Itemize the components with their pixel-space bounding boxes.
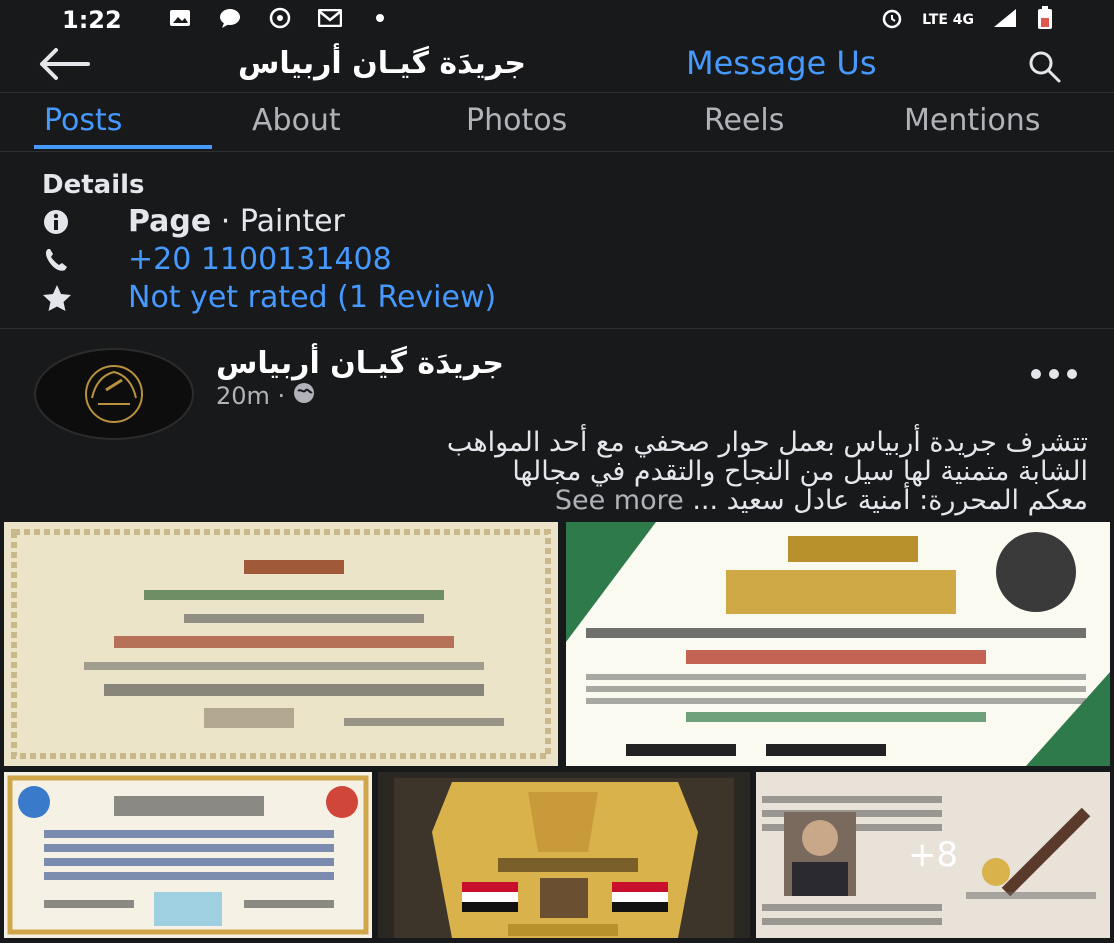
see-more-link[interactable]: See more xyxy=(555,485,684,516)
page-category: · Painter xyxy=(211,204,345,239)
info-icon xyxy=(42,207,82,237)
battery-icon xyxy=(1036,6,1054,34)
gmail-icon xyxy=(318,8,342,28)
post-photo-2[interactable] xyxy=(566,522,1110,766)
whatsapp-icon xyxy=(268,7,292,29)
post-text-line: الشابة متمنية لها سيل من النجاح والتقدم … xyxy=(512,456,1088,487)
post-photo-4[interactable] xyxy=(378,772,750,938)
globe-icon xyxy=(293,382,315,410)
post-text-line: معكم المحررة: أمنية عادل سعيد ... See mo… xyxy=(40,486,1088,515)
post-text-line: تتشرف جريدة أربياس بعمل حوار صحفي مع أحد… xyxy=(446,427,1088,458)
page-label: Page xyxy=(128,204,212,239)
divider xyxy=(0,328,1114,329)
status-bar: 1:22 LTE 4G xyxy=(0,0,1114,36)
profile-tabs: Posts About Photos Reels Mentions xyxy=(0,92,1114,152)
details-heading: Details xyxy=(42,170,145,200)
post-photo-3[interactable] xyxy=(4,772,372,938)
post-meta: 20m · xyxy=(216,382,315,410)
post-author[interactable]: جريدَة گيـان أربياس xyxy=(216,346,504,381)
post-body: تتشرف جريدة أربياس بعمل حوار صحفي مع أحد… xyxy=(40,428,1088,515)
tab-photos[interactable]: Photos xyxy=(466,103,567,138)
back-arrow-icon xyxy=(40,48,90,80)
more-dots-icon xyxy=(1031,369,1077,379)
rating-row[interactable]: Not yet rated (1 Review) xyxy=(42,280,496,315)
search-icon xyxy=(1029,51,1061,83)
back-button[interactable] xyxy=(36,46,92,82)
active-tab-indicator xyxy=(34,145,212,149)
message-us-button[interactable]: Message Us xyxy=(686,44,877,82)
page-category-row: Page · Painter xyxy=(42,204,345,239)
signal-icon xyxy=(992,7,1018,33)
page-title: جريدَة گيـان أربياس xyxy=(237,46,526,81)
dot-icon xyxy=(368,8,392,28)
app-bar: جريدَة گيـان أربياس Message Us xyxy=(0,36,1114,92)
phone-icon xyxy=(42,245,82,275)
more-photos-overlay[interactable]: +8 xyxy=(756,772,1110,938)
post-time: 20m · xyxy=(216,382,286,410)
alarm-icon xyxy=(880,6,904,34)
rating-link[interactable]: Not yet rated (1 Review) xyxy=(128,280,496,315)
details-section: Details Page · Painter +20 1100131408 No… xyxy=(0,150,1114,328)
chat-icon xyxy=(218,8,242,28)
gallery-icon xyxy=(168,8,192,28)
post-text-tail: معكم المحررة: أمنية عادل سعيد ... xyxy=(692,485,1088,516)
phone-number-link[interactable]: +20 1100131408 xyxy=(128,242,392,277)
status-time: 1:22 xyxy=(62,6,122,34)
star-icon xyxy=(42,283,82,313)
tab-about[interactable]: About xyxy=(252,103,341,138)
search-button[interactable] xyxy=(1026,48,1062,84)
post-header: جريدَة گيـان أربياس 20m · xyxy=(0,330,1114,440)
system-icons: LTE 4G xyxy=(880,6,1054,34)
notification-icons xyxy=(168,7,392,29)
network-label: LTE 4G xyxy=(922,12,974,28)
tab-mentions[interactable]: Mentions xyxy=(904,103,1040,138)
tab-reels[interactable]: Reels xyxy=(704,103,784,138)
post-photo-5[interactable]: +8 xyxy=(756,772,1110,938)
phone-row[interactable]: +20 1100131408 xyxy=(42,242,392,277)
tab-posts[interactable]: Posts xyxy=(44,103,122,138)
post-photo-1[interactable] xyxy=(4,522,558,766)
more-options-button[interactable] xyxy=(1024,362,1084,386)
avatar[interactable] xyxy=(34,348,194,440)
